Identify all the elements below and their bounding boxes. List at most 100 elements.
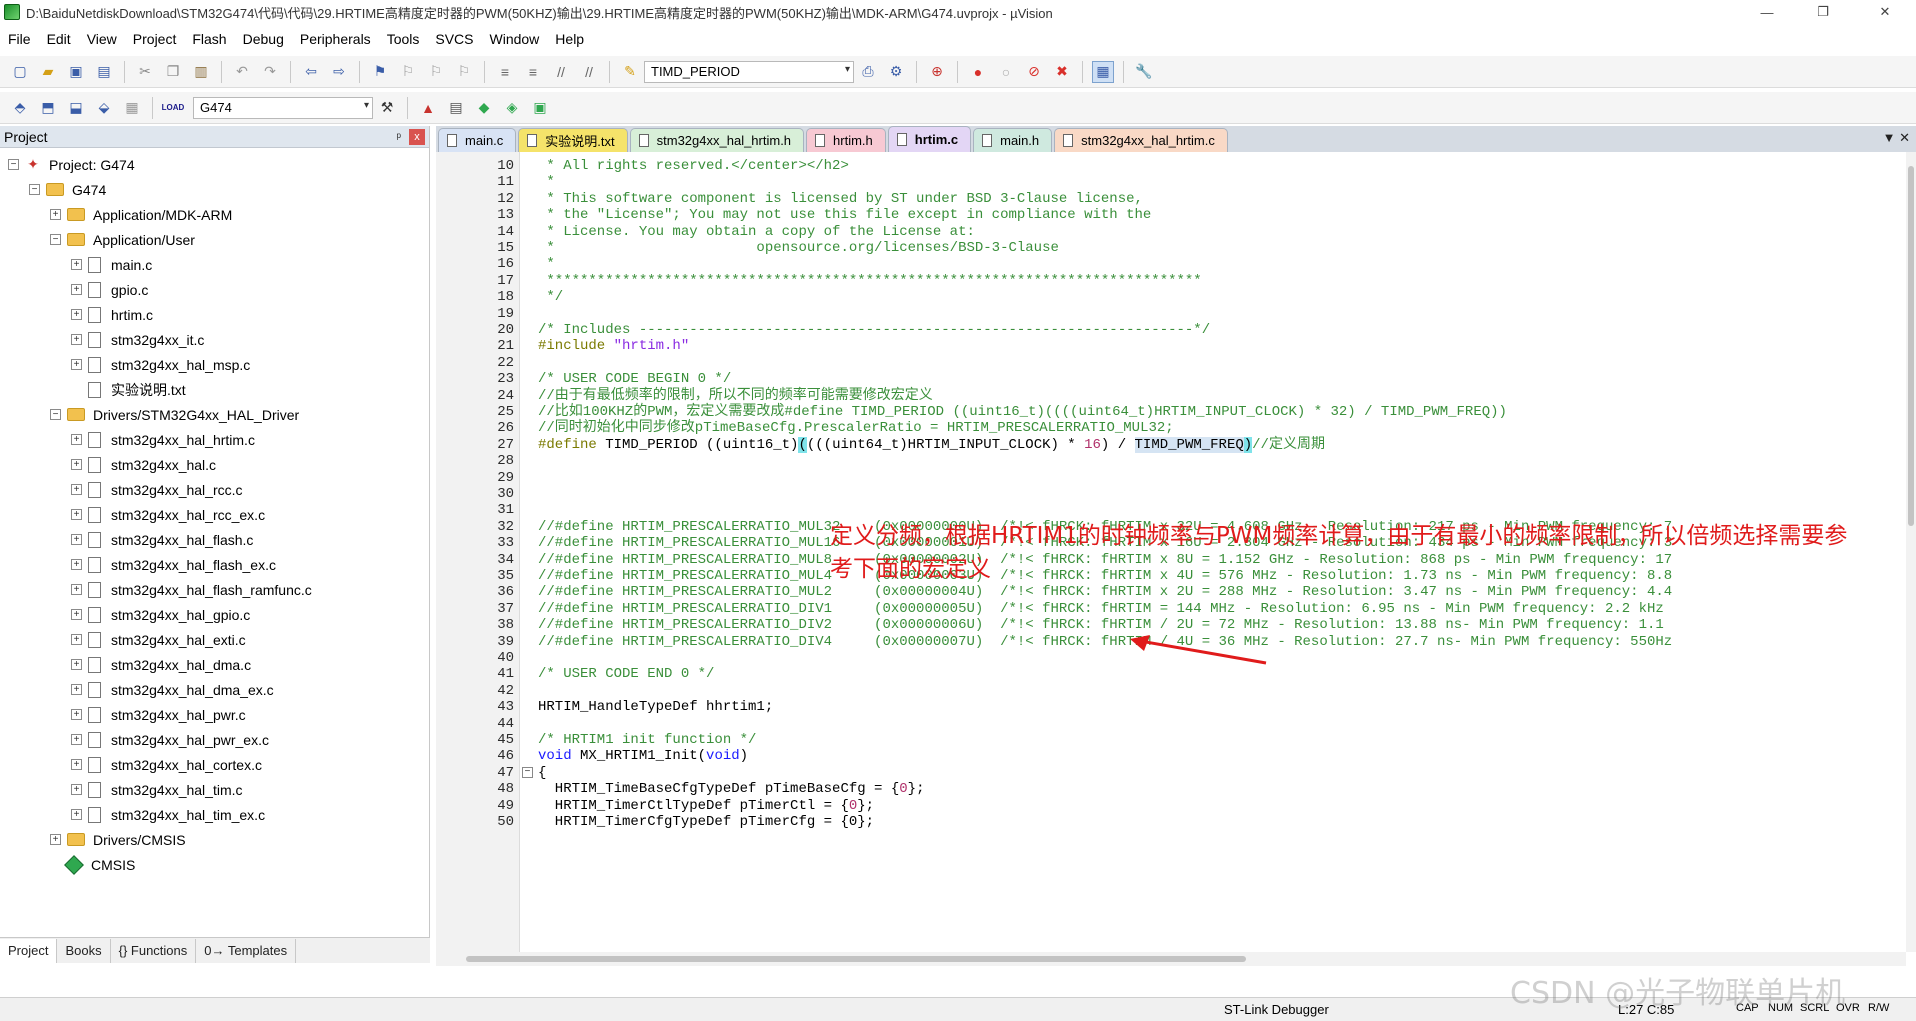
navigate-back-icon[interactable]: ⇦ <box>300 61 322 83</box>
expand-icon[interactable]: + <box>71 509 82 520</box>
open-file-icon[interactable]: ▰ <box>37 61 59 83</box>
expand-icon[interactable]: + <box>71 284 82 295</box>
expand-icon[interactable]: + <box>71 459 82 470</box>
translate-icon[interactable]: ⬘ <box>9 97 31 119</box>
tree-item[interactable]: + hrtim.c <box>0 302 429 327</box>
tree-item[interactable]: + gpio.c <box>0 277 429 302</box>
expand-icon[interactable]: + <box>71 734 82 745</box>
copy-icon[interactable]: ❐ <box>162 61 184 83</box>
tree-item[interactable]: + stm32g4xx_hal_tim_ex.c <box>0 802 429 827</box>
cut-icon[interactable]: ✂ <box>134 61 156 83</box>
tree-item[interactable]: + Application/MDK-ARM <box>0 202 429 227</box>
expand-icon[interactable]: + <box>71 334 82 345</box>
menu-svcs[interactable]: SVCS <box>427 31 481 47</box>
clear-bookmarks-icon[interactable]: ⚐ <box>453 61 475 83</box>
tree-item[interactable]: + stm32g4xx_hal.c <box>0 452 429 477</box>
menu-file[interactable]: File <box>0 31 39 47</box>
menu-window[interactable]: Window <box>482 31 548 47</box>
file-tab[interactable]: main.c <box>438 128 517 152</box>
tree-item[interactable]: + stm32g4xx_hal_dma_ex.c <box>0 677 429 702</box>
vertical-scrollbar[interactable] <box>1906 152 1916 952</box>
uncomment-icon[interactable]: // <box>578 61 600 83</box>
horizontal-scrollbar[interactable] <box>436 952 1906 966</box>
debug-session-icon[interactable]: ⊕ <box>926 61 948 83</box>
find-combo[interactable]: TIMD_PERIOD ▾ <box>644 60 854 83</box>
menu-view[interactable]: View <box>79 31 125 47</box>
target-combo[interactable]: G474 ▾ <box>193 96 373 119</box>
manage-project-items-icon[interactable]: ▲ <box>417 97 439 119</box>
tree-item[interactable]: CMSIS <box>0 852 429 877</box>
menu-project[interactable]: Project <box>125 31 185 47</box>
collapse-icon[interactable]: − <box>50 409 61 420</box>
select-software-packs-icon[interactable]: ▤ <box>445 97 467 119</box>
comment-icon[interactable]: // <box>550 61 572 83</box>
menu-tools[interactable]: Tools <box>379 31 428 47</box>
find-in-files-icon[interactable]: ✎ <box>619 61 641 83</box>
tree-item[interactable]: − G474 <box>0 177 429 202</box>
expand-icon[interactable]: + <box>71 534 82 545</box>
menu-edit[interactable]: Edit <box>39 31 79 47</box>
file-tab[interactable]: 实验说明.txt <box>518 128 628 152</box>
expand-icon[interactable]: + <box>71 584 82 595</box>
redo-icon[interactable]: ↷ <box>259 61 281 83</box>
expand-icon[interactable]: + <box>71 709 82 720</box>
navigate-forward-icon[interactable]: ⇨ <box>328 61 350 83</box>
expand-icon[interactable]: + <box>71 309 82 320</box>
configure-icon[interactable]: 🔧 <box>1133 61 1155 83</box>
prev-bookmark-icon[interactable]: ⚐ <box>397 61 419 83</box>
collapse-icon[interactable]: − <box>8 159 19 170</box>
save-all-icon[interactable]: ▤ <box>93 61 115 83</box>
tab-templates[interactable]: 0→ Templates <box>196 938 297 963</box>
tree-item[interactable]: + Drivers/CMSIS <box>0 827 429 852</box>
expand-icon[interactable]: + <box>50 834 61 845</box>
event-recorder-icon[interactable]: ▣ <box>529 97 551 119</box>
expand-icon[interactable]: + <box>71 259 82 270</box>
kill-breakpoints-icon[interactable]: ✖ <box>1051 61 1073 83</box>
tree-item[interactable]: + stm32g4xx_hal_msp.c <box>0 352 429 377</box>
menu-peripherals[interactable]: Peripherals <box>292 31 379 47</box>
menu-debug[interactable]: Debug <box>235 31 292 47</box>
chevron-down-icon[interactable]: ▾ <box>364 100 369 111</box>
batch-build-icon[interactable]: ⬙ <box>93 97 115 119</box>
bookmark-icon[interactable]: ⚑ <box>369 61 391 83</box>
tree-item[interactable]: + stm32g4xx_hal_pwr.c <box>0 702 429 727</box>
close-panel-icon[interactable]: x <box>409 129 425 145</box>
tree-item[interactable]: + stm32g4xx_hal_flash_ex.c <box>0 552 429 577</box>
tree-item[interactable]: − ✦ Project: G474 <box>0 152 429 177</box>
insert-breakpoint-icon[interactable]: ● <box>967 61 989 83</box>
pin-icon[interactable]: ᵖ <box>396 130 401 144</box>
tree-item[interactable]: − Drivers/STM32G4xx_HAL_Driver <box>0 402 429 427</box>
build-icon[interactable]: ⬒ <box>37 97 59 119</box>
scroll-thumb[interactable] <box>1908 166 1914 526</box>
disable-breakpoints-icon[interactable]: ⊘ <box>1023 61 1045 83</box>
download-icon[interactable]: LOAD <box>162 97 185 119</box>
incremental-find-icon[interactable]: ⚙ <box>885 61 907 83</box>
tree-item[interactable]: + main.c <box>0 252 429 277</box>
find-icon[interactable]: ⎙ <box>857 61 879 83</box>
fold-toggle-icon[interactable]: − <box>522 766 533 778</box>
tree-item[interactable]: + stm32g4xx_it.c <box>0 327 429 352</box>
expand-icon[interactable]: + <box>71 434 82 445</box>
tree-item[interactable]: + stm32g4xx_hal_rcc.c <box>0 477 429 502</box>
chevron-down-icon[interactable]: ▾ <box>845 64 850 75</box>
tab-list-controls[interactable]: ▼ ✕ <box>1883 130 1910 146</box>
minimize-button[interactable]: — <box>1744 0 1790 24</box>
tree-item[interactable]: + stm32g4xx_hal_tim.c <box>0 777 429 802</box>
expand-icon[interactable]: + <box>71 784 82 795</box>
file-tab[interactable]: stm32g4xx_hal_hrtim.c <box>1054 128 1228 152</box>
restore-button[interactable]: ❐ <box>1800 0 1846 24</box>
undo-icon[interactable]: ↶ <box>231 61 253 83</box>
enable-breakpoint-icon[interactable]: ○ <box>995 61 1017 83</box>
pack-installer-icon[interactable]: ◈ <box>501 97 523 119</box>
menu-flash[interactable]: Flash <box>184 31 234 47</box>
paste-icon[interactable]: ▥ <box>190 61 212 83</box>
tree-item[interactable]: + stm32g4xx_hal_cortex.c <box>0 752 429 777</box>
tree-item[interactable]: + stm32g4xx_hal_gpio.c <box>0 602 429 627</box>
tree-item[interactable]: + stm32g4xx_hal_hrtim.c <box>0 427 429 452</box>
file-tab[interactable]: hrtim.h <box>806 128 886 152</box>
tree-item[interactable]: + stm32g4xx_hal_flash.c <box>0 527 429 552</box>
tree-item[interactable]: − Application/User <box>0 227 429 252</box>
tab-books[interactable]: Books <box>57 938 111 963</box>
expand-icon[interactable]: + <box>71 809 82 820</box>
expand-icon[interactable]: + <box>71 359 82 370</box>
